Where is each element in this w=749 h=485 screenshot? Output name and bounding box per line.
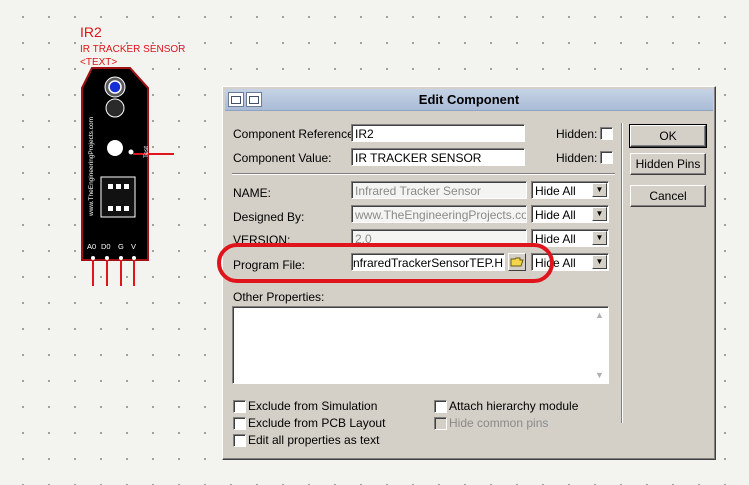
test-label: Test (143, 146, 150, 158)
name-input[interactable]: Infrared Tracker Sensor (351, 181, 527, 199)
edit-component-dialog: Edit Component Component Reference: IR2 … (222, 86, 716, 460)
component-value-field-label: Component Value: (233, 151, 332, 165)
dropdown-arrow-icon[interactable]: ▼ (592, 255, 607, 269)
cancel-button[interactable]: Cancel (630, 185, 706, 207)
pin-label-a0: A0 (87, 242, 96, 251)
dropdown-arrow-icon[interactable]: ▼ (592, 207, 607, 221)
hidden-label: Hidden: (556, 127, 598, 141)
designed-by-visibility-value: Hide All (535, 208, 576, 222)
reference-hidden-checkbox[interactable] (600, 127, 613, 140)
hidden-label: Hidden: (556, 151, 598, 165)
designed-by-visibility-select[interactable]: Hide All ▼ (531, 205, 609, 223)
component-ref-label: IR2 (80, 24, 102, 40)
folder-icon (510, 257, 524, 267)
ok-button[interactable]: OK (629, 124, 707, 148)
attach-hierarchy-label[interactable]: Attach hierarchy module (449, 399, 578, 413)
browse-program-file-button[interactable] (508, 253, 526, 271)
test-pin (107, 140, 123, 156)
edit-all-text-label[interactable]: Edit all properties as text (248, 433, 379, 447)
dialog-title: Edit Component (418, 92, 520, 107)
scroll-down-icon[interactable]: ▼ (595, 370, 604, 380)
program-file-visibility-select[interactable]: Hide All ▼ (531, 253, 609, 271)
name-visibility-value: Hide All (535, 184, 576, 198)
exclude-pcb-label[interactable]: Exclude from PCB Layout (248, 416, 385, 430)
pin-label-g: G (118, 242, 124, 251)
name-label: NAME: (233, 186, 272, 200)
dialog-titlebar[interactable]: Edit Component (225, 89, 713, 111)
designed-by-input[interactable]: www.TheEngineeringProjects.com (351, 205, 527, 223)
pin-label-v: V (131, 242, 136, 251)
other-properties-label: Other Properties: (233, 290, 325, 304)
scroll-up-icon[interactable]: ▲ (595, 310, 604, 320)
program-file-label: Program File: (233, 258, 306, 272)
other-properties-textarea[interactable]: ▲ ▼ (232, 306, 609, 384)
hide-common-pins-checkbox[interactable] (434, 417, 447, 430)
exclude-pcb-checkbox[interactable] (233, 417, 246, 430)
program-file-input[interactable]: nfraredTrackerSensorTEP.HEX (351, 253, 505, 271)
ir-sensor-board[interactable]: www.TheEngineeringProjects.com Test A0 D… (70, 64, 180, 289)
component-reference-input[interactable]: IR2 (351, 124, 525, 142)
hidden-pins-button[interactable]: Hidden Pins (630, 153, 706, 175)
component-value-label: IR TRACKER SENSOR (80, 44, 186, 55)
version-label: VERSION: (233, 233, 291, 247)
version-input[interactable]: 2.0 (351, 229, 527, 247)
hide-common-pins-label[interactable]: Hide common pins (449, 416, 548, 430)
component-reference-label: Component Reference: (233, 127, 358, 141)
pin-label-d0: D0 (101, 242, 111, 251)
name-visibility-select[interactable]: Hide All ▼ (531, 181, 609, 199)
exclude-simulation-label[interactable]: Exclude from Simulation (248, 399, 377, 413)
version-visibility-select[interactable]: Hide All ▼ (531, 229, 609, 247)
other-properties-scrollbar[interactable]: ▲ ▼ (593, 308, 607, 382)
board-url-text: www.TheEngineeringProjects.com (88, 117, 95, 217)
exclude-simulation-checkbox[interactable] (233, 400, 246, 413)
ir-receiver (105, 98, 125, 118)
dropdown-arrow-icon[interactable]: ▼ (592, 231, 607, 245)
component-value-input[interactable]: IR TRACKER SENSOR (351, 148, 525, 166)
divider (621, 123, 623, 423)
version-visibility-value: Hide All (535, 232, 576, 246)
dropdown-arrow-icon[interactable]: ▼ (592, 183, 607, 197)
program-file-visibility-value: Hide All (535, 256, 576, 270)
edit-all-text-checkbox[interactable] (233, 434, 246, 447)
value-hidden-checkbox[interactable] (600, 151, 613, 164)
attach-hierarchy-checkbox[interactable] (434, 400, 447, 413)
designed-by-label: Designed By: (233, 210, 305, 224)
divider (232, 173, 615, 175)
